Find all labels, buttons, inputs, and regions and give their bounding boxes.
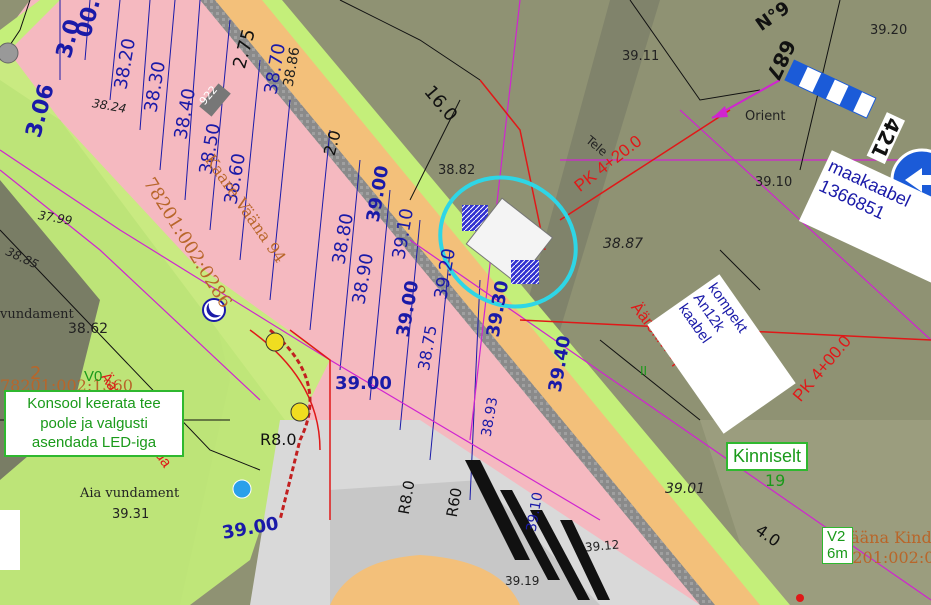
elev-label: 39.00 — [335, 373, 392, 394]
number-19: 19 — [765, 471, 786, 490]
survey-elev: 39.01 — [665, 481, 706, 497]
survey-elev: 39.31 — [112, 507, 150, 522]
foundation-label: vundament — [0, 307, 74, 322]
box-right-edge — [0, 510, 20, 570]
lamp-note: Konsool keerata tee poole ja valgusti as… — [4, 390, 184, 457]
lamp-post-2 — [290, 402, 310, 422]
small-mark: 2 — [30, 363, 42, 384]
foundation-label: Aia vundament — [80, 486, 180, 501]
small-mark: II — [640, 364, 648, 378]
kinniselt-note: Kinniselt — [726, 442, 809, 471]
survey-elev: 39.12 — [584, 537, 620, 555]
lamp-v2-note: V2 6m — [822, 527, 853, 564]
property-name: Vääna Kindlus — [840, 528, 931, 547]
survey-elev: 39.10 — [755, 175, 793, 190]
survey-elev: 38.87 — [603, 236, 644, 252]
hatched-object-bottom — [511, 260, 539, 284]
orient-label: Orient — [745, 109, 786, 124]
survey-elev: 39.19 — [505, 574, 540, 588]
survey-elev: 38.82 — [438, 163, 476, 178]
lamp-post-1 — [265, 332, 285, 352]
red-point — [796, 594, 804, 602]
water-tap — [232, 479, 252, 499]
lamp-id: V0 — [84, 368, 103, 385]
gray-marker — [0, 42, 19, 64]
survey-elev: 39.20 — [870, 23, 908, 38]
survey-elev: 39.11 — [622, 49, 660, 64]
survey-elev: 38.62 — [68, 321, 109, 337]
dimension-label: R8.0 — [260, 430, 297, 449]
